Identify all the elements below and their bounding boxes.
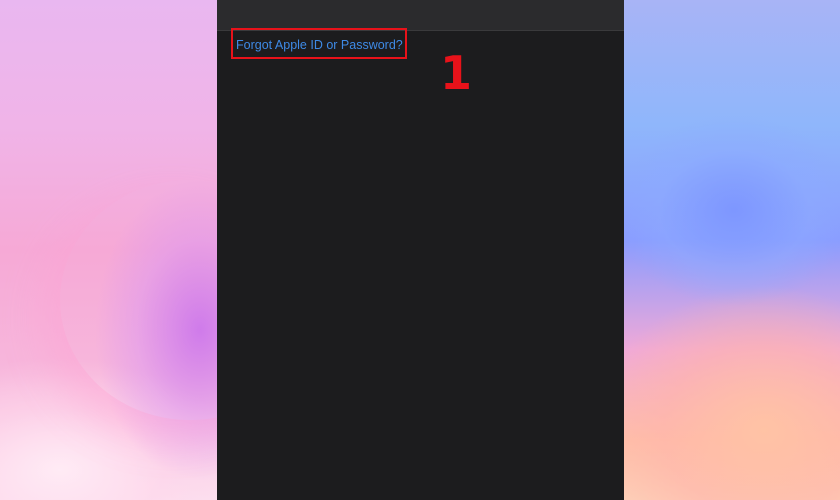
login-panel: Forgot Apple ID or Password? xyxy=(217,0,624,500)
wallpaper-right xyxy=(624,0,840,500)
wallpaper-left xyxy=(0,0,217,500)
top-bar xyxy=(217,0,624,31)
forgot-apple-id-link[interactable]: Forgot Apple ID or Password? xyxy=(236,38,403,52)
step-number-annotation: 1 xyxy=(440,46,473,100)
